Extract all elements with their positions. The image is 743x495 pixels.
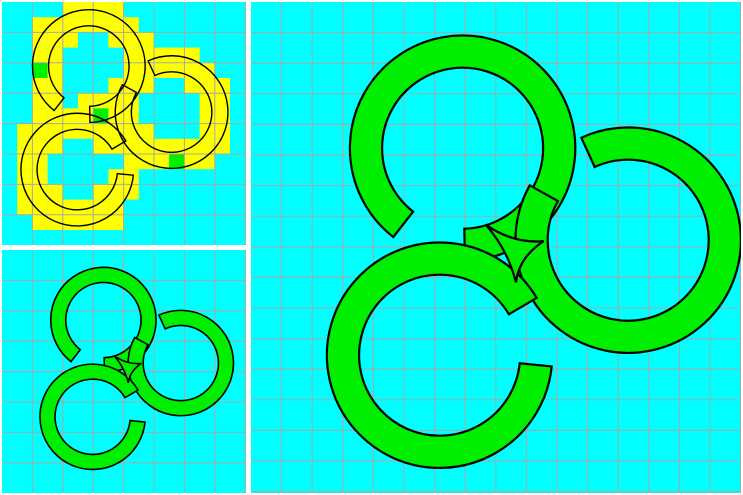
coarse-cell: [47, 78, 63, 94]
coarse-cell: [17, 184, 33, 200]
fine-grid-canvas: [2, 250, 246, 493]
coarse-cell: [123, 169, 139, 185]
panel-detail-grid: [251, 2, 741, 493]
coarse-cell: [78, 17, 94, 33]
coarse-cell: [32, 214, 48, 230]
coarse-cell: [62, 199, 78, 215]
coarse-cell: [47, 184, 63, 200]
panel-coarse-grid: [2, 2, 246, 245]
coarse-cell: [184, 47, 200, 63]
coarse-cell: [32, 184, 48, 200]
coarse-cell: [138, 154, 154, 170]
coarse-cell: [78, 108, 94, 124]
coarse-cell: [17, 169, 33, 185]
coarse-cell: [169, 62, 185, 78]
coarse-cell: [154, 47, 170, 63]
coarse-cell: [62, 32, 78, 48]
coarse-cell: [32, 62, 48, 78]
panel-fine-grid: [2, 250, 246, 493]
coarse-cell: [17, 199, 33, 215]
coarse-cell: [184, 62, 200, 78]
coarse-cell: [32, 108, 48, 124]
coarse-cell: [17, 138, 33, 154]
coarse-cell: [47, 32, 63, 48]
coarse-cell: [123, 62, 139, 78]
detail-triskelion-shape: [325, 34, 741, 469]
coarse-cell: [138, 62, 154, 78]
coarse-cell: [154, 62, 170, 78]
coarse-cell: [78, 214, 94, 230]
coarse-cell: [108, 214, 124, 230]
coarse-cell: [62, 214, 78, 230]
coarse-cell: [47, 199, 63, 215]
coarse-cell: [108, 32, 124, 48]
coarse-cell: [123, 32, 139, 48]
coarse-cell: [214, 78, 230, 94]
coarse-cell: [199, 93, 215, 109]
coarse-cell: [62, 108, 78, 124]
fine-triskelion-shape: [39, 266, 235, 471]
coarse-grid-canvas: [2, 2, 246, 245]
coarse-cell: [108, 199, 124, 215]
coarse-cell: [17, 123, 33, 139]
coarse-cell: [32, 123, 48, 139]
coarse-cell: [32, 138, 48, 154]
coarse-cell: [17, 154, 33, 170]
coarse-cell: [123, 17, 139, 33]
coarse-cell: [138, 47, 154, 63]
coarse-cell: [32, 169, 48, 185]
coarse-cell: [32, 32, 48, 48]
detail-grid-canvas: [251, 2, 741, 493]
coarse-cell: [138, 123, 154, 139]
coarse-cell: [47, 214, 63, 230]
